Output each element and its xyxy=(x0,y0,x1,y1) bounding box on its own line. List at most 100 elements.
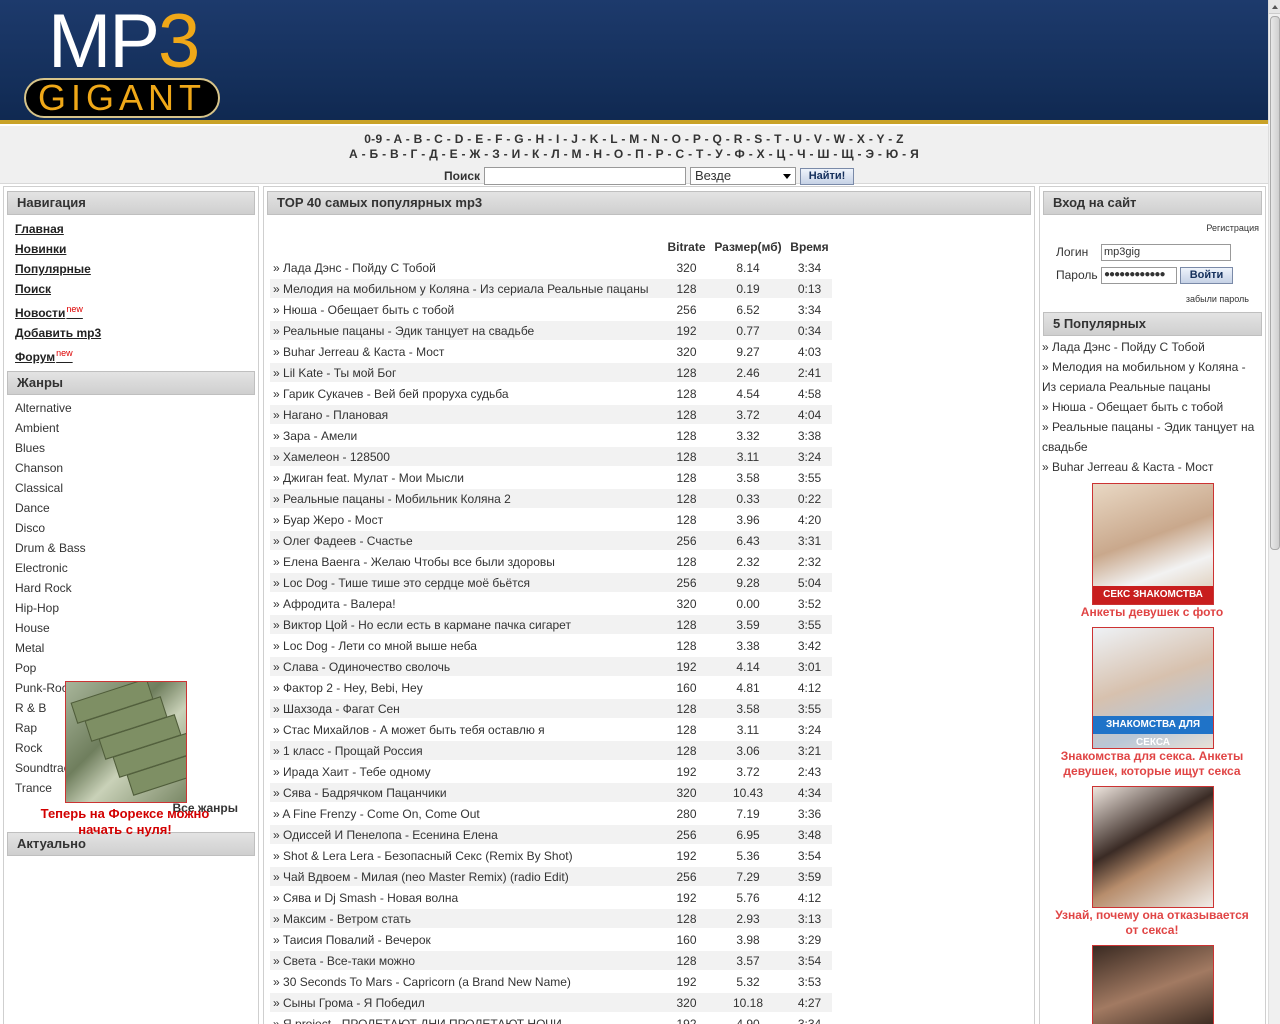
genre-link[interactable]: Chanson xyxy=(15,458,258,478)
search-input[interactable] xyxy=(484,167,687,185)
register-link[interactable]: Регистрация xyxy=(1206,223,1259,233)
table-row[interactable]: Стас Михайлов - А может быть тебя оставл… xyxy=(270,720,832,739)
track-title[interactable]: Сява - Бадрячком Пацанчики xyxy=(270,783,664,802)
track-title[interactable]: Чай Вдвоем - Милая (neo Master Remix) (r… xyxy=(270,867,664,886)
track-title[interactable]: Фактор 2 - Hey, Bebi, Hey xyxy=(270,678,664,697)
page-scrollbar[interactable] xyxy=(1268,0,1280,1024)
track-title[interactable]: Света - Все-таки можно xyxy=(270,951,664,970)
table-row[interactable]: Фактор 2 - Hey, Bebi, Hey1604.814:12 xyxy=(270,678,832,697)
genre-link[interactable]: Alternative xyxy=(15,398,258,418)
forex-ad-caption[interactable]: Теперь на Форексе можно начать с нуля! xyxy=(20,806,230,838)
alphabet-cyrillic[interactable]: А - Б - В - Г - Д - Е - Ж - З - И - К - … xyxy=(0,147,1268,161)
genre-link[interactable]: Disco xyxy=(15,518,258,538)
genre-link[interactable]: Dance xyxy=(15,498,258,518)
ad-image-2[interactable]: ЗНАКОМСТВА ДЛЯ СЕКСА xyxy=(1092,627,1214,749)
genre-link[interactable]: Metal xyxy=(15,638,258,658)
scroll-up-arrow-icon[interactable] xyxy=(1269,0,1280,14)
ad-caption-3[interactable]: Узнай, почему она отказывается от секса! xyxy=(1048,908,1256,938)
track-title[interactable]: Мелодия на мобильном у Коляна - Из сериа… xyxy=(270,279,664,298)
nav-item[interactable]: Главная xyxy=(15,219,258,239)
track-title[interactable]: Слава - Одиночество сволочь xyxy=(270,657,664,676)
track-title[interactable]: Стас Михайлов - А может быть тебя оставл… xyxy=(270,720,664,739)
table-row[interactable]: Lil Kate - Ты мой Бог1282.462:41 xyxy=(270,363,832,382)
track-title[interactable]: Джиган feat. Мулат - Мои Мысли xyxy=(270,468,664,487)
table-row[interactable]: Чай Вдвоем - Милая (neo Master Remix) (r… xyxy=(270,867,832,886)
table-row[interactable]: Реальные пацаны - Мобильник Коляна 21280… xyxy=(270,489,832,508)
table-row[interactable]: Сыны Грома - Я Победил32010.184:27 xyxy=(270,993,832,1012)
site-logo[interactable]: MP3 GIGANT xyxy=(20,4,225,120)
genre-link[interactable]: Hip-Hop xyxy=(15,598,258,618)
table-row[interactable]: Олег Фадеев - Счастье2566.433:31 xyxy=(270,531,832,550)
table-row[interactable]: Джиган feat. Мулат - Мои Мысли1283.583:5… xyxy=(270,468,832,487)
track-title[interactable]: Реальные пацаны - Мобильник Коляна 2 xyxy=(270,489,664,508)
table-row[interactable]: Слава - Одиночество сволочь1924.143:01 xyxy=(270,657,832,676)
table-row[interactable]: Loc Dog - Лети со мной выше неба1283.383… xyxy=(270,636,832,655)
ad-image-3[interactable] xyxy=(1092,786,1214,908)
genre-link[interactable]: Electronic xyxy=(15,558,258,578)
genre-link[interactable]: House xyxy=(15,618,258,638)
track-title[interactable]: 1 класс - Прощай Россия xyxy=(270,741,664,760)
table-row[interactable]: Реальные пацаны - Эдик танцует на свадьб… xyxy=(270,321,832,340)
table-row[interactable]: Сява и Dj Smash - Новая волна1925.764:12 xyxy=(270,888,832,907)
track-title[interactable]: Елена Ваенга - Желаю Чтобы все были здор… xyxy=(270,552,664,571)
table-row[interactable]: Виктор Цой - Но если есть в кармане пачк… xyxy=(270,615,832,634)
track-title[interactable]: Максим - Ветром стать xyxy=(270,909,664,928)
table-row[interactable]: Зара - Амели1283.323:38 xyxy=(270,426,832,445)
popular-item[interactable]: Мелодия на мобильном у Коляна - Из сериа… xyxy=(1042,357,1262,397)
nav-item[interactable]: Популярные xyxy=(15,259,258,279)
genre-link[interactable]: Hard Rock xyxy=(15,578,258,598)
table-row[interactable]: A Fine Frenzy - Come On, Come Out2807.19… xyxy=(270,804,832,823)
table-row[interactable]: Лада Дэнс - Пойду С Тобой3208.143:34 xyxy=(270,258,832,277)
track-title[interactable]: Зара - Амели xyxy=(270,426,664,445)
track-title[interactable]: Shot & Lera Lera - Безопасный Секс (Remi… xyxy=(270,846,664,865)
track-title[interactable]: Нагано - Плановая xyxy=(270,405,664,424)
track-title[interactable]: Буар Жеро - Мост xyxy=(270,510,664,529)
search-button[interactable]: Найти! xyxy=(800,167,855,185)
track-title[interactable]: 30 Seconds To Mars - Capricorn (a Brand … xyxy=(270,972,664,991)
nav-item[interactable]: Новинки xyxy=(15,239,258,259)
ad-caption-1[interactable]: Анкеты девушек с фото xyxy=(1048,605,1256,620)
popular-item[interactable]: Лада Дэнс - Пойду С Тобой xyxy=(1042,337,1262,357)
table-row[interactable]: Шахзода - Фагат Сен1283.583:55 xyxy=(270,699,832,718)
table-row[interactable]: 30 Seconds To Mars - Capricorn (a Brand … xyxy=(270,972,832,991)
table-row[interactable]: Таисия Повалий - Вечерок1603.983:29 xyxy=(270,930,832,949)
track-title[interactable]: Виктор Цой - Но если есть в кармане пачк… xyxy=(270,615,664,634)
table-row[interactable]: Света - Все-таки можно1283.573:54 xyxy=(270,951,832,970)
alphabet-latin[interactable]: 0-9 - A - B - C - D - E - F - G - H - I … xyxy=(0,132,1268,146)
table-row[interactable]: Гарик Сукачев - Вей бей проруха судьба12… xyxy=(270,384,832,403)
table-row[interactable]: Хамелеон - 1285001283.113:24 xyxy=(270,447,832,466)
track-title[interactable]: Сява и Dj Smash - Новая волна xyxy=(270,888,664,907)
genre-link[interactable]: Classical xyxy=(15,478,258,498)
genre-link[interactable]: Ambient xyxy=(15,418,258,438)
track-title[interactable]: Шахзода - Фагат Сен xyxy=(270,699,664,718)
genre-link[interactable]: Drum & Bass xyxy=(15,538,258,558)
popular-item[interactable]: Нюша - Обещает быть с тобой xyxy=(1042,397,1262,417)
table-row[interactable]: 1 класс - Прощай Россия1283.063:21 xyxy=(270,741,832,760)
track-title[interactable]: Лада Дэнс - Пойду С Тобой xyxy=(270,258,664,277)
forex-ad-image[interactable] xyxy=(65,681,187,803)
nav-item[interactable]: Поиск xyxy=(15,279,258,299)
ad-image-1[interactable]: СЕКС ЗНАКОМСТВА xyxy=(1092,483,1214,605)
table-row[interactable]: Максим - Ветром стать1282.933:13 xyxy=(270,909,832,928)
genre-link[interactable]: Blues xyxy=(15,438,258,458)
track-title[interactable]: Хамелеон - 128500 xyxy=(270,447,664,466)
nav-item[interactable]: Добавить mp3 xyxy=(15,323,258,343)
search-scope-select[interactable]: Везде xyxy=(690,167,797,185)
table-row[interactable]: Елена Ваенга - Желаю Чтобы все были здор… xyxy=(270,552,832,571)
password-input[interactable]: ●●●●●●●●●●●● xyxy=(1101,267,1177,284)
track-title[interactable]: Афродита - Валера! xyxy=(270,594,664,613)
track-title[interactable]: A Fine Frenzy - Come On, Come Out xyxy=(270,804,664,823)
table-row[interactable]: Афродита - Валера!3200.003:52 xyxy=(270,594,832,613)
table-row[interactable]: Ирада Хаит - Тебе одному1923.722:43 xyxy=(270,762,832,781)
track-title[interactable]: Реальные пацаны - Эдик танцует на свадьб… xyxy=(270,321,664,340)
track-title[interactable]: Олег Фадеев - Счастье xyxy=(270,531,664,550)
track-title[interactable]: Сыны Грома - Я Победил xyxy=(270,993,664,1012)
track-title[interactable]: Нюша - Обещает быть с тобой xyxy=(270,300,664,319)
track-title[interactable]: Одиссей И Пенелопа - Есенина Елена xyxy=(270,825,664,844)
table-row[interactable]: Буар Жеро - Мост1283.964:20 xyxy=(270,510,832,529)
table-row[interactable]: Loc Dog - Тише тише это сердце моё бьётс… xyxy=(270,573,832,592)
track-title[interactable]: Loc Dog - Тише тише это сердце моё бьётс… xyxy=(270,573,664,592)
nav-item[interactable]: Форумnew xyxy=(15,343,258,367)
track-title[interactable]: Lil Kate - Ты мой Бог xyxy=(270,363,664,382)
table-row[interactable]: Buhar Jerreau & Каста - Мост3209.274:03 xyxy=(270,342,832,361)
